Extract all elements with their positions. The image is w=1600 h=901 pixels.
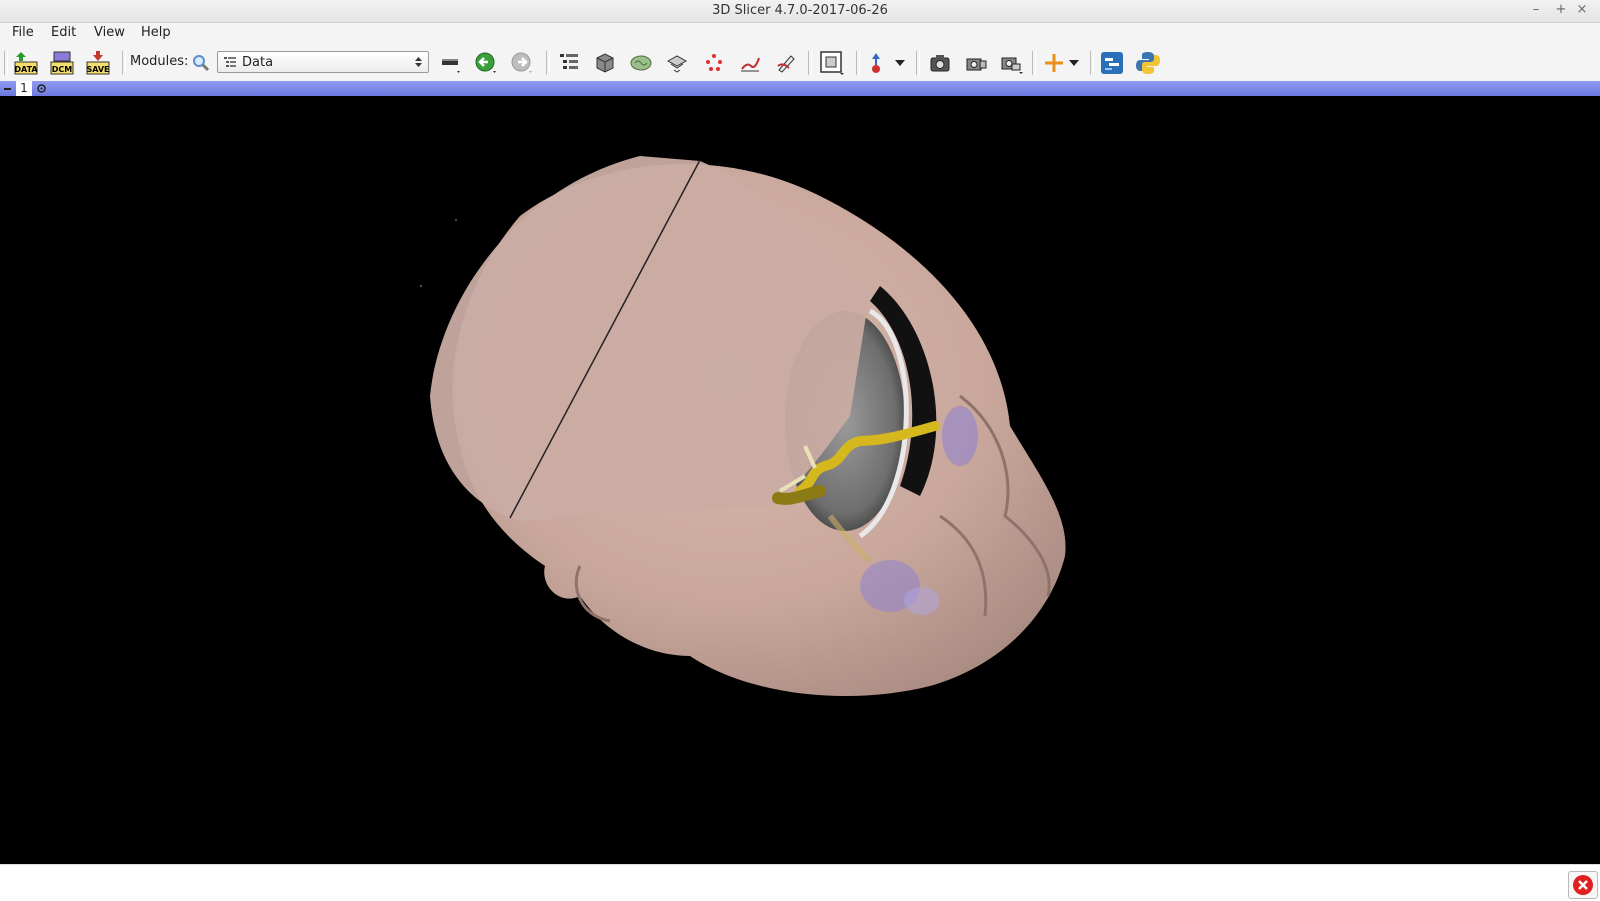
menu-bar: File Edit View Help bbox=[0, 23, 1600, 43]
arrow-right-icon bbox=[511, 52, 532, 73]
menu-help[interactable]: Help bbox=[141, 25, 171, 40]
view-controller-bar: 1 bbox=[0, 81, 1600, 96]
toolbar-separator bbox=[916, 51, 920, 75]
module-search-button[interactable] bbox=[187, 49, 215, 77]
pin-icon[interactable] bbox=[3, 85, 12, 93]
layout-icon bbox=[820, 51, 844, 75]
chevron-down-icon bbox=[1069, 60, 1079, 66]
dicom-icon: DCM bbox=[50, 51, 74, 75]
dicom-button[interactable]: DCM bbox=[48, 49, 76, 77]
extension-manager-button[interactable] bbox=[1098, 49, 1126, 77]
camera-icon bbox=[930, 55, 950, 72]
load-data-button[interactable]: DATA bbox=[12, 49, 40, 77]
scene-views-icon bbox=[1001, 57, 1023, 74]
toolbar-separator bbox=[1032, 51, 1036, 75]
toolbar-separator bbox=[856, 51, 860, 75]
save-button[interactable]: SAVE bbox=[84, 49, 112, 77]
svg-text:SAVE: SAVE bbox=[86, 65, 109, 74]
models-module-button[interactable] bbox=[627, 49, 655, 77]
crosshair-icon bbox=[1045, 54, 1063, 72]
3d-view[interactable] bbox=[0, 96, 1600, 864]
minimize-button[interactable]: – bbox=[1528, 2, 1544, 17]
menu-edit[interactable]: Edit bbox=[51, 25, 76, 40]
modules-label: Modules: bbox=[130, 54, 189, 69]
status-bar bbox=[0, 864, 1600, 901]
error-log-button[interactable] bbox=[1568, 871, 1598, 899]
scene-camera-icon bbox=[966, 58, 987, 71]
close-button[interactable]: × bbox=[1574, 2, 1590, 17]
extension-manager-icon bbox=[1101, 52, 1123, 74]
segment-editor-icon bbox=[741, 57, 760, 72]
load-data-icon: DATA bbox=[14, 52, 38, 75]
segment-editor-button[interactable] bbox=[772, 49, 800, 77]
view-settings-icon[interactable] bbox=[36, 83, 47, 94]
toolbar-separator bbox=[122, 51, 126, 75]
error-icon bbox=[1573, 875, 1593, 895]
eye-structure bbox=[942, 406, 978, 466]
back-button[interactable] bbox=[472, 49, 500, 77]
title-bar: 3D Slicer 4.7.0-2017-06-26 – + × bbox=[0, 0, 1600, 23]
module-history-icon bbox=[442, 59, 460, 73]
python-console-button[interactable] bbox=[1134, 49, 1162, 77]
mouse-mode-icon bbox=[872, 53, 880, 73]
volume-cube-icon bbox=[596, 53, 614, 73]
main-toolbar: DATA DCM SAVE Modules: Data bbox=[0, 43, 1600, 81]
head-rendering bbox=[420, 156, 1066, 697]
svg-text:DCM: DCM bbox=[52, 65, 73, 74]
view-number-label: 1 bbox=[16, 81, 32, 96]
transforms-module-button[interactable] bbox=[663, 49, 691, 77]
scene-view-menu-button[interactable] bbox=[998, 49, 1026, 77]
arrow-left-icon bbox=[475, 52, 496, 73]
menu-file[interactable]: File bbox=[12, 25, 34, 40]
volumes-module-button[interactable] bbox=[591, 49, 619, 77]
search-icon bbox=[193, 55, 210, 72]
mouse-mode-button[interactable] bbox=[866, 49, 894, 77]
chevron-down-icon bbox=[895, 60, 905, 66]
toolbar-separator bbox=[808, 51, 812, 75]
python-icon bbox=[1136, 52, 1160, 74]
crosshair-button[interactable] bbox=[1040, 49, 1068, 77]
module-selector[interactable]: Data bbox=[217, 51, 429, 73]
editor-module-button[interactable] bbox=[736, 49, 764, 77]
layout-button[interactable] bbox=[818, 49, 846, 77]
mouse-mode-dropdown[interactable] bbox=[892, 49, 908, 77]
transform-grid-icon bbox=[666, 55, 688, 73]
data-module-button[interactable] bbox=[555, 49, 583, 77]
segment-pen-icon bbox=[777, 55, 795, 73]
module-selector-value: Data bbox=[242, 55, 274, 70]
data-module-icon bbox=[224, 57, 236, 67]
updown-arrows-icon bbox=[415, 57, 422, 67]
markups-module-button[interactable] bbox=[700, 49, 728, 77]
maximize-button[interactable]: + bbox=[1553, 2, 1569, 17]
window-title: 3D Slicer 4.7.0-2017-06-26 bbox=[712, 3, 888, 18]
brain-model-icon bbox=[630, 55, 652, 71]
svg-text:DATA: DATA bbox=[14, 65, 38, 74]
screenshot-button[interactable] bbox=[926, 49, 954, 77]
save-icon: SAVE bbox=[86, 51, 110, 75]
markups-points-icon bbox=[706, 54, 722, 71]
toolbar-separator bbox=[1090, 51, 1094, 75]
data-tree-icon bbox=[560, 54, 578, 69]
forward-button[interactable] bbox=[508, 49, 536, 77]
toolbar-separator bbox=[546, 51, 550, 75]
module-history-button[interactable] bbox=[437, 49, 465, 77]
scene-view-button[interactable] bbox=[962, 49, 990, 77]
crosshair-dropdown[interactable] bbox=[1066, 49, 1082, 77]
menu-view[interactable]: View bbox=[94, 25, 125, 40]
toolbar-separator bbox=[4, 51, 8, 75]
